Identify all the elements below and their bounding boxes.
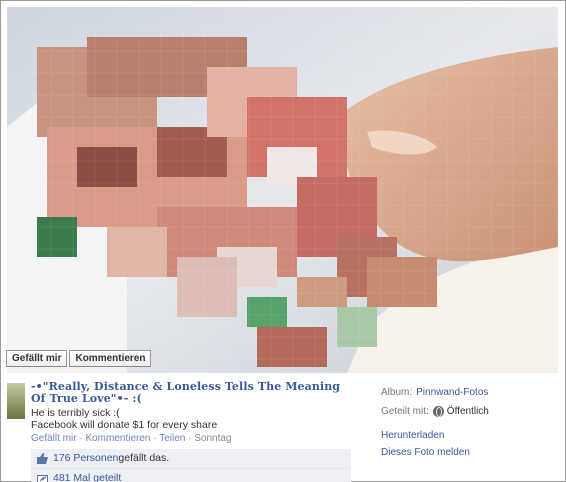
privacy-selector[interactable]: Öffentlich bbox=[432, 405, 489, 417]
album-line: Album: Pinnwand-Fotos bbox=[381, 385, 561, 399]
likes-people-link[interactable]: 176 Personen bbox=[53, 452, 118, 464]
privacy-value: Öffentlich bbox=[446, 405, 489, 417]
download-link[interactable]: Herunterladen bbox=[381, 430, 561, 441]
post-line-1: He is terribly sick :( bbox=[31, 407, 120, 419]
avatar[interactable] bbox=[7, 383, 25, 419]
comment-link[interactable]: Kommentieren bbox=[85, 433, 150, 444]
thumbs-up-icon bbox=[37, 452, 48, 464]
likes-suffix: gefällt das. bbox=[118, 452, 170, 464]
photo-image bbox=[7, 7, 558, 373]
photo-actions: Gefällt mir Kommentieren bbox=[6, 350, 152, 367]
pixelated-photo[interactable] bbox=[7, 7, 558, 373]
like-link[interactable]: Gefällt mir bbox=[31, 433, 77, 444]
divider bbox=[31, 468, 351, 469]
likes-row: 176 Personen gefällt das. bbox=[37, 450, 169, 466]
shared-label: Geteilt mit: bbox=[381, 405, 429, 417]
album-label: Album: bbox=[381, 386, 413, 398]
post-time: Sonntag bbox=[194, 433, 232, 444]
like-photo-button[interactable]: Gefällt mir bbox=[6, 350, 68, 367]
share-link[interactable]: Teilen bbox=[159, 433, 185, 444]
post-meta: Gefällt mir · Kommentieren · Teilen · So… bbox=[31, 433, 351, 444]
globe-icon bbox=[432, 405, 444, 417]
share-icon bbox=[37, 473, 48, 482]
album-link[interactable]: Pinnwand-Fotos bbox=[416, 387, 488, 398]
likes-box: 176 Personen gefällt das. 481 Mal geteil… bbox=[31, 449, 351, 482]
post-body: -•"Really, Distance & Loneless Tells The… bbox=[31, 380, 351, 445]
photo-sidebar: Album: Pinnwand-Fotos Geteilt mit: Öffen… bbox=[381, 385, 561, 464]
post-line-2: Facebook will donate $1 for every share bbox=[31, 419, 218, 431]
photo-options: Herunterladen Dieses Foto melden bbox=[381, 430, 561, 458]
shares-row: 481 Mal geteilt bbox=[37, 470, 121, 482]
shares-link[interactable]: 481 Mal geteilt bbox=[53, 472, 121, 482]
photo-viewer: Gefällt mir Kommentieren -•"Really, Dist… bbox=[0, 0, 566, 482]
separator: · bbox=[185, 433, 195, 444]
post-text: He is terribly sick :( Facebook will don… bbox=[31, 407, 351, 431]
comment-photo-button[interactable]: Kommentieren bbox=[69, 350, 152, 367]
separator: · bbox=[150, 433, 160, 444]
post-title: -•"Really, Distance & Loneless Tells The… bbox=[31, 380, 341, 405]
report-photo-link[interactable]: Dieses Foto melden bbox=[381, 447, 561, 458]
shared-line: Geteilt mit: Öffentlich bbox=[381, 404, 561, 418]
